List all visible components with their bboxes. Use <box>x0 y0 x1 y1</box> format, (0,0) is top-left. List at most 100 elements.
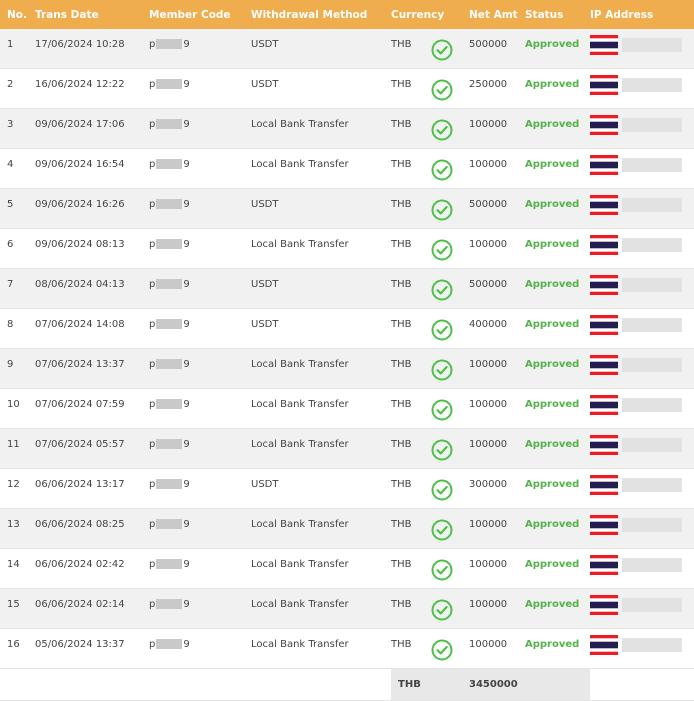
ip-address-cell <box>590 428 694 469</box>
status-badge: Approved <box>525 519 580 530</box>
approved-check-icon <box>431 279 453 301</box>
check-cell <box>431 628 469 669</box>
row-no: 6 <box>7 239 14 250</box>
header-net-amt: Net Amt <box>469 0 525 29</box>
currency: THB <box>391 39 412 50</box>
member-code-cell: p9 <box>149 268 251 309</box>
status-badge: Approved <box>525 159 580 170</box>
redacted-member-code <box>156 39 183 49</box>
status-badge: Approved <box>525 439 580 450</box>
withdrawal-method-cell: Local Bank Transfer <box>251 548 391 589</box>
trans-date: 06/06/2024 13:17 <box>35 479 125 490</box>
row-no: 13 <box>7 519 20 530</box>
header-status: Status <box>525 0 590 29</box>
net-amount: 100000 <box>469 559 508 570</box>
member-code: p9 <box>149 319 190 330</box>
currency-cell: THB <box>391 388 431 429</box>
trans-date: 06/06/2024 02:14 <box>35 599 125 610</box>
status-cell: Approved <box>525 228 590 269</box>
currency: THB <box>391 439 412 450</box>
withdrawal-method: Local Bank Transfer <box>251 239 349 250</box>
trans-date-cell: 06/06/2024 02:14 <box>35 588 149 629</box>
status-cell: Approved <box>525 508 590 549</box>
header-member-code: Member Code <box>149 0 251 29</box>
table-header-row: No. Trans Date Member Code Withdrawal Me… <box>0 0 694 29</box>
status-badge: Approved <box>525 319 580 330</box>
row-no-cell: 1 <box>0 29 35 69</box>
member-code: p9 <box>149 239 190 250</box>
row-no: 10 <box>7 399 20 410</box>
redacted-ip-address <box>622 158 682 172</box>
thailand-flag-icon <box>590 635 618 655</box>
withdrawal-method-cell: Local Bank Transfer <box>251 108 391 149</box>
net-amount-cell: 500000 <box>469 188 525 229</box>
withdrawal-method: Local Bank Transfer <box>251 399 349 410</box>
currency-cell: THB <box>391 148 431 189</box>
redacted-ip-address <box>622 438 682 452</box>
trans-date: 06/06/2024 08:25 <box>35 519 125 530</box>
withdrawal-method-cell: USDT <box>251 468 391 509</box>
redacted-ip-address <box>622 638 682 652</box>
currency: THB <box>391 159 412 170</box>
table-row: 13 06/06/2024 08:25 p 9 Local Bank Transfer T… <box>0 508 694 549</box>
currency: THB <box>391 399 412 410</box>
check-cell <box>431 588 469 629</box>
member-code: p9 <box>149 79 190 90</box>
currency: THB <box>391 639 412 650</box>
ip-address-cell <box>590 268 694 309</box>
member-code-cell: p9 <box>149 188 251 229</box>
currency-cell: THB <box>391 468 431 509</box>
net-amount: 400000 <box>469 319 508 330</box>
status-badge: Approved <box>525 79 580 90</box>
redacted-member-code <box>156 279 183 289</box>
currency-cell: THB <box>391 548 431 589</box>
net-amount: 100000 <box>469 519 508 530</box>
redacted-ip-address <box>622 38 682 52</box>
withdrawal-method: USDT <box>251 199 279 210</box>
total-ip-spacer <box>590 668 694 701</box>
redacted-ip-address <box>622 238 682 252</box>
currency: THB <box>391 239 412 250</box>
thailand-flag-icon <box>590 595 618 615</box>
member-code: p9 <box>149 199 190 210</box>
row-no-cell: 15 <box>0 588 35 629</box>
trans-date-cell: 07/06/2024 13:37 <box>35 348 149 389</box>
row-no: 3 <box>7 119 14 130</box>
withdrawal-method: USDT <box>251 319 279 330</box>
currency: THB <box>391 319 412 330</box>
approved-check-icon <box>431 519 453 541</box>
row-no: 5 <box>7 199 14 210</box>
ip-address-cell <box>590 188 694 229</box>
member-code-cell: p9 <box>149 548 251 589</box>
net-amount-cell: 100000 <box>469 508 525 549</box>
net-amount-cell: 100000 <box>469 548 525 589</box>
approved-check-icon <box>431 399 453 421</box>
net-amount: 500000 <box>469 199 508 210</box>
approved-check-icon <box>431 119 453 141</box>
ip-address-cell <box>590 68 694 109</box>
withdrawal-method-cell: USDT <box>251 29 391 69</box>
withdrawal-table: No. Trans Date Member Code Withdrawal Me… <box>0 0 694 701</box>
member-code: p9 <box>149 599 190 610</box>
currency-cell: THB <box>391 508 431 549</box>
member-code-cell: p9 <box>149 428 251 469</box>
trans-date: 17/06/2024 10:28 <box>35 39 125 50</box>
status-badge: Approved <box>525 479 580 490</box>
check-cell <box>431 428 469 469</box>
row-no: 2 <box>7 79 14 90</box>
member-code: p9 <box>149 519 190 530</box>
net-amount: 100000 <box>469 119 508 130</box>
ip-address-cell <box>590 308 694 349</box>
thailand-flag-icon <box>590 475 618 495</box>
member-code-cell: p9 <box>149 468 251 509</box>
check-cell <box>431 508 469 549</box>
currency-cell: THB <box>391 308 431 349</box>
row-no-cell: 14 <box>0 548 35 589</box>
check-cell <box>431 29 469 69</box>
withdrawal-method: Local Bank Transfer <box>251 159 349 170</box>
net-amount-cell: 100000 <box>469 348 525 389</box>
withdrawal-method: USDT <box>251 39 279 50</box>
ip-address-cell <box>590 548 694 589</box>
table-row: 4 09/06/2024 16:54 p 9 Local Bank Transfer TH… <box>0 148 694 189</box>
trans-date: 07/06/2024 07:59 <box>35 399 125 410</box>
